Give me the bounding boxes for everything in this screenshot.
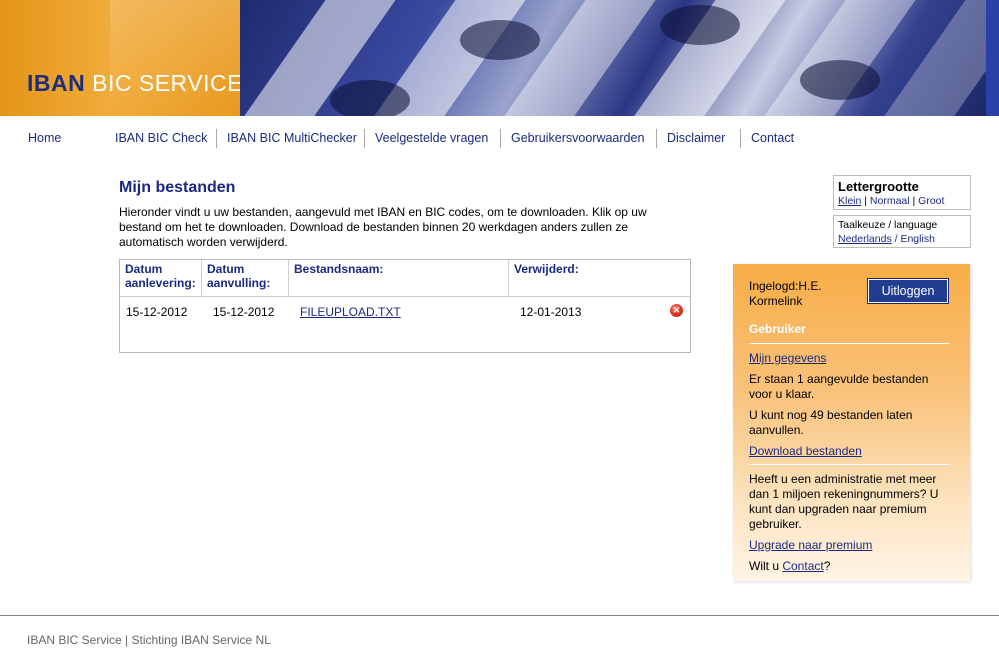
header-banner: IBAN BIC SERVICE: [0, 0, 999, 116]
delete-icon[interactable]: ✕: [670, 304, 683, 317]
cell-delivered: 15-12-2012: [126, 305, 188, 319]
footer-divider: [0, 615, 999, 616]
font-size-box: Lettergrootte Klein | Normaal | Groot: [833, 175, 971, 210]
nav-separator: [364, 129, 365, 148]
nav-disclaimer[interactable]: Disclaimer: [667, 128, 725, 148]
page-title: Mijn bestanden: [119, 179, 236, 196]
nav-iban-bic-check[interactable]: IBAN BIC Check: [115, 128, 207, 148]
logout-button[interactable]: Uitloggen: [867, 278, 949, 304]
upgrade-text: Heeft u een administratie met meer dan 1…: [749, 472, 939, 531]
font-size-large[interactable]: Groot: [918, 195, 944, 207]
my-details-link[interactable]: Mijn gegevens: [749, 351, 826, 366]
nav-multichecker[interactable]: IBAN BIC MultiChecker: [227, 128, 357, 148]
download-files-link[interactable]: Download bestanden: [749, 444, 862, 459]
nav-separator: [500, 129, 501, 148]
nav-separator: [216, 129, 217, 148]
contact-line: Wilt u Contact?: [749, 559, 954, 574]
nav-faq[interactable]: Veelgestelde vragen: [375, 128, 488, 148]
contact-suffix: ?: [823, 559, 831, 573]
upgrade-premium-link[interactable]: Upgrade naar premium: [749, 538, 872, 553]
font-size-options: Klein | Normaal | Groot: [838, 195, 945, 207]
column-header-delivered: Datum aanlevering:: [120, 260, 202, 296]
column-header-removed: Verwijderd:: [514, 262, 579, 276]
nav-terms[interactable]: Gebruikersvoorwaarden: [511, 128, 644, 148]
nav-separator: [656, 129, 657, 148]
language-title: Taalkeuze / language: [838, 219, 938, 231]
logo-word-iban: IBAN: [27, 70, 86, 96]
divider: [749, 343, 949, 344]
font-size-small[interactable]: Klein: [838, 195, 861, 207]
divider: [749, 464, 949, 465]
logged-in-user: Ingelogd:H.E. Kormelink: [749, 279, 822, 308]
footer-text: IBAN BIC Service | Stichting IBAN Servic…: [27, 633, 271, 647]
contact-prefix: Wilt u: [749, 559, 783, 573]
banner-photo: [240, 0, 986, 116]
files-table: Datum aanlevering: Datum aanvulling: Bes…: [119, 259, 691, 353]
banner-edge: [986, 0, 999, 116]
user-panel: Ingelogd:H.E. Kormelink Uitloggen Gebrui…: [733, 264, 970, 581]
nav-home[interactable]: Home: [28, 128, 61, 148]
banner-brand-area: IBAN BIC SERVICE: [0, 0, 243, 116]
font-size-normal[interactable]: Normaal: [870, 195, 910, 207]
logo-word-service: BIC SERVICE: [92, 70, 243, 96]
language-dutch[interactable]: Nederlands: [838, 233, 892, 245]
cell-completed: 15-12-2012: [213, 305, 275, 319]
user-section-heading: Gebruiker: [749, 322, 806, 336]
site-logo[interactable]: IBAN BIC SERVICE: [27, 70, 243, 97]
font-size-title: Lettergrootte: [838, 179, 919, 194]
main-nav: Home IBAN BIC Check IBAN BIC MultiChecke…: [0, 128, 999, 150]
column-header-completed: Datum aanvulling:: [202, 260, 289, 296]
cell-removed: 12-01-2013: [520, 305, 582, 319]
language-options: Nederlands / English: [838, 233, 935, 245]
language-box: Taalkeuze / language Nederlands / Englis…: [833, 215, 971, 248]
column-header-filename: Bestandsnaam:: [289, 260, 509, 296]
remaining-files-text: U kunt nog 49 bestanden laten aanvullen.: [749, 408, 913, 437]
file-download-link[interactable]: FILEUPLOAD.TXT: [300, 305, 401, 319]
contact-link[interactable]: Contact: [782, 559, 823, 573]
intro-text: Hieronder vindt u uw bestanden, aangevul…: [119, 205, 647, 249]
nav-contact[interactable]: Contact: [751, 128, 794, 148]
ready-files-text: Er staan 1 aangevulde bestanden voor u k…: [749, 372, 929, 401]
nav-separator: [740, 129, 741, 148]
header-divider: [120, 296, 690, 297]
language-english[interactable]: English: [900, 233, 934, 245]
